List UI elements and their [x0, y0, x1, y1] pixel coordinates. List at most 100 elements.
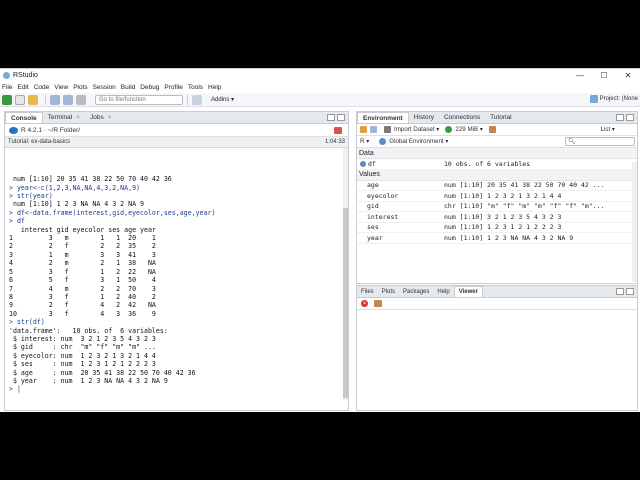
save-all-icon[interactable] — [63, 94, 73, 105]
variable-value: chr [1:10] "m" "f" "m" "m" "f" "f" "m"..… — [444, 202, 605, 211]
tab-files-label: Files — [361, 288, 374, 295]
environment-row[interactable]: df 10 obs. of 6 variables — [357, 159, 637, 170]
tab-console[interactable]: Console — [5, 112, 43, 123]
tab-tutorial-label: Tutorial — [490, 114, 512, 121]
tab-terminal-label: Terminal — [47, 114, 73, 121]
tab-terminal[interactable]: Terminal × — [43, 112, 85, 123]
environment-row[interactable]: interest num [1:10] 3 2 1 2 3 5 4 3 2 3 — [357, 212, 637, 223]
tab-jobs[interactable]: Jobs × — [85, 112, 117, 123]
menu-session[interactable]: Session — [93, 84, 116, 91]
print-icon[interactable] — [76, 94, 86, 105]
console-line: $ age : num 20 35 41 38 22 50 70 40 42 3… — [9, 368, 196, 377]
tutorial-bar: Tutorial: ex-data-basics 1:04:33 — [5, 137, 348, 148]
clear-viewer-icon[interactable] — [374, 300, 382, 307]
variable-name-cell: ses — [357, 223, 444, 231]
tab-files[interactable]: Files — [357, 286, 378, 297]
expand-arrow-icon[interactable] — [360, 160, 366, 167]
project-menu[interactable]: Project: (None — [589, 95, 638, 103]
clear-objects-icon[interactable] — [488, 126, 496, 133]
menu-file[interactable]: File — [2, 84, 12, 91]
maximize-pane-icon[interactable] — [626, 114, 634, 121]
tab-plots-label: Plots — [381, 288, 396, 295]
close-tab-icon[interactable]: × — [108, 114, 112, 121]
tab-jobs-label: Jobs — [90, 114, 104, 121]
goto-file-input[interactable]: Go to file/function — [95, 94, 183, 105]
environment-scrollbar[interactable] — [632, 162, 637, 282]
tab-history[interactable]: History — [409, 112, 439, 123]
open-file-icon[interactable] — [28, 94, 38, 105]
addins-menu[interactable]: Addins ▾ — [211, 96, 234, 103]
tab-console-label: Console — [11, 114, 37, 122]
variable-name: age — [367, 181, 379, 190]
menu-edit[interactable]: Edit — [17, 84, 28, 91]
tab-help-label: Help — [437, 288, 450, 295]
environment-row[interactable]: age num [1:10] 20 35 41 38 22 50 70 40 42… — [357, 181, 637, 191]
tab-viewer[interactable]: Viewer — [453, 286, 483, 297]
viewer-tabs: Files Plots Packages Help Viewer — [357, 286, 637, 298]
menu-plots[interactable]: Plots — [73, 84, 87, 91]
environment-row[interactable]: year num [1:10] 1 2 3 NA NA 4 3 2 NA 9 — [357, 233, 637, 244]
console-header: R 4.2.1 · ~/R Folder/ — [5, 124, 348, 137]
new-file-icon[interactable] — [2, 94, 12, 105]
main-toolbar: Go to file/function Addins ▾ Project: (N… — [0, 93, 640, 107]
environment-row[interactable]: gid chr [1:10] "m" "f" "m" "m" "f" "f" "m… — [357, 202, 637, 212]
tab-help[interactable]: Help — [433, 286, 453, 297]
pane-controls — [614, 114, 634, 121]
tab-environment[interactable]: Environment — [357, 112, 409, 123]
menu-view[interactable]: View — [54, 84, 68, 91]
tab-packages[interactable]: Packages — [399, 286, 433, 297]
scrollbar-thumb[interactable] — [343, 208, 348, 398]
variable-value: 10 obs. of 6 variables — [444, 159, 531, 168]
environment-row[interactable]: ses num [1:10] 1 2 3 1 2 1 2 2 2 3 — [357, 223, 637, 233]
menu-build[interactable]: Build — [121, 84, 135, 91]
maximize-pane-icon[interactable] — [626, 288, 634, 295]
variable-value: num [1:10] 1 2 3 2 1 3 2 1 4 4 — [444, 191, 562, 200]
tutorial-label: Tutorial: ex-data-basics — [8, 139, 71, 145]
console-line: $ ses : num 1 2 3 1 2 1 2 2 2 3 — [9, 360, 156, 369]
tab-tutorial[interactable]: Tutorial — [485, 112, 516, 123]
environment-row[interactable]: eyecolor num [1:10] 1 2 3 2 1 3 2 1 4 4 — [357, 191, 637, 202]
title-bar: RStudio — ☐ ✕ — [0, 69, 640, 81]
minimize-pane-icon[interactable] — [616, 288, 624, 295]
minimize-pane-icon[interactable] — [616, 114, 624, 121]
grid-layout-icon[interactable] — [192, 94, 202, 105]
maximize-pane-icon[interactable] — [337, 114, 345, 121]
tab-plots[interactable]: Plots — [378, 286, 399, 297]
console-line: $ interest: num 3 2 1 2 3 5 4 3 2 3 — [9, 334, 156, 343]
close-button[interactable]: ✕ — [616, 69, 640, 81]
menu-tools[interactable]: Tools — [188, 84, 203, 91]
list-view-button[interactable]: List ▾ — [601, 126, 615, 133]
maximize-button[interactable]: ☐ — [592, 69, 616, 81]
toolbar-separator — [187, 94, 188, 105]
console-line: > str(df) — [9, 318, 45, 327]
console-line: 6 5 f 3 1 50 4 — [9, 276, 156, 285]
save-workspace-icon[interactable] — [370, 126, 377, 133]
menu-profile[interactable]: Profile — [164, 84, 182, 91]
memory-usage-icon — [445, 126, 453, 133]
rstudio-window: RStudio — ☐ ✕ File Edit Code View Plots … — [0, 68, 640, 412]
new-project-icon[interactable] — [15, 94, 25, 105]
variable-name: eyecolor — [367, 191, 399, 200]
open-workspace-icon[interactable] — [360, 126, 367, 133]
close-tab-icon[interactable]: × — [76, 114, 80, 121]
tab-connections[interactable]: Connections — [439, 112, 485, 123]
language-select[interactable]: R ▾ — [360, 138, 369, 145]
memory-usage-button[interactable]: 229 MiB ▾ — [455, 126, 483, 133]
minimize-button[interactable]: — — [568, 69, 592, 81]
menu-help[interactable]: Help — [208, 84, 221, 91]
variable-name: df — [368, 159, 376, 168]
import-dataset-button[interactable]: Import Dataset ▾ — [394, 126, 439, 133]
tab-packages-label: Packages — [403, 288, 430, 295]
remove-viewer-icon[interactable]: × — [361, 300, 368, 307]
clear-console-icon[interactable] — [334, 126, 342, 134]
console-line: > year<-c(1,2,3,NA,NA,4,3,2,NA,9) — [9, 183, 141, 192]
console-scrollbar[interactable] — [343, 148, 348, 400]
console-output[interactable]: num [1:10] 20 35 41 38 22 50 70 40 42 36… — [5, 148, 348, 400]
environment-tabs: Environment History Connections Tutorial — [357, 112, 637, 124]
environment-scope-select[interactable]: Global Environment ▾ — [389, 138, 448, 145]
minimize-pane-icon[interactable] — [327, 114, 335, 121]
menu-code[interactable]: Code — [34, 84, 50, 91]
menu-debug[interactable]: Debug — [140, 84, 159, 91]
environment-search-input[interactable]: 🔍︎ — [565, 137, 635, 146]
save-icon[interactable] — [50, 94, 60, 105]
